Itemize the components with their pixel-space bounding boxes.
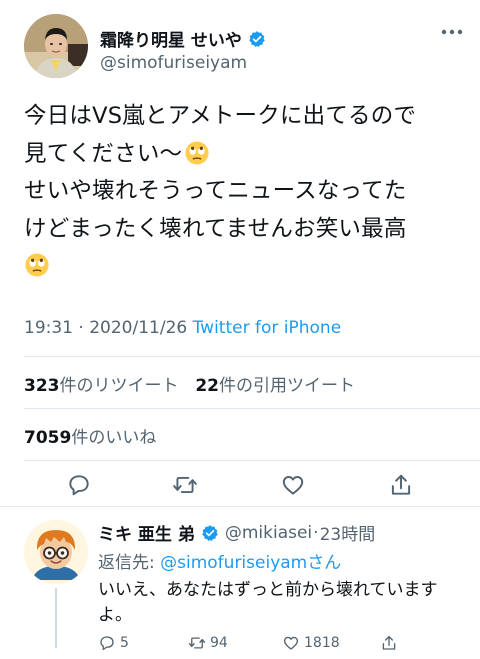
reply-to-line: 返信先: @simofuriseiyamさん — [98, 548, 341, 573]
reply-text: いいえ、あなたはずっと前から壊れていますよ。 — [98, 580, 438, 625]
tweet-text-line-content: 見てください〜 — [24, 140, 183, 167]
share-icon — [382, 635, 396, 650]
tweet-action-bar — [0, 468, 480, 502]
tweet-header: 霜降り明星 せいや @simofuriseiyam — [24, 14, 464, 80]
tweet-meta: 19:31 · 2020/11/26 Twitter for iPhone — [24, 318, 341, 338]
reply-icon — [100, 636, 114, 651]
tweet-date[interactable]: 2020/11/26 — [89, 318, 187, 338]
tweet-source-link[interactable]: Twitter for iPhone — [193, 318, 342, 338]
reply-to-suffix: さん — [307, 553, 342, 573]
reply-author-name[interactable]: ミキ 亜生 弟 — [98, 520, 195, 545]
reply-share-button[interactable] — [380, 634, 402, 652]
tweet-text-line: 見てください〜 — [24, 136, 464, 174]
thread-line — [55, 588, 57, 648]
more-options-icon[interactable] — [440, 24, 464, 40]
tweet-text-line: 今日はVS嵐とアメトークに出てるので — [24, 103, 417, 129]
author-handle[interactable]: @simofuriseiyam — [100, 53, 247, 73]
reply-time-ago[interactable]: 23時間 — [320, 520, 376, 545]
like-heart-icon — [283, 636, 299, 650]
retweets-count: 323 — [24, 376, 60, 396]
reply-like-button[interactable]: 1818 — [282, 634, 340, 652]
verified-badge-icon — [249, 30, 265, 47]
reply-author-avatar[interactable] — [24, 520, 88, 584]
tweet-text-line: せいや壊れそうってニュースなってた — [24, 178, 407, 204]
reply-to-handle-link[interactable]: @simofuriseiyamさん — [160, 553, 341, 573]
reply-to-prefix: 返信先: — [98, 553, 161, 573]
reply-tweet[interactable]: ミキ 亜生 弟 @mikiasei · 23時間 返信先: @simofuris… — [0, 506, 480, 659]
likes-label: 件のいいね — [71, 428, 157, 448]
reply-to-handle: @simofuriseiyam — [160, 553, 308, 573]
divider — [24, 408, 480, 409]
reply-reply-count: 5 — [120, 635, 129, 651]
retweets-stat[interactable]: 323件のリツイート — [24, 376, 179, 396]
author-avatar[interactable] — [24, 14, 88, 78]
meta-separator: · — [78, 318, 84, 338]
reply-header: ミキ 亜生 弟 @mikiasei · 23時間 — [98, 520, 376, 546]
rolling-eyes-emoji-icon — [25, 253, 49, 277]
rolling-eyes-emoji-icon — [185, 140, 209, 165]
reply-reply-button[interactable]: 5 — [98, 634, 129, 652]
verified-badge-icon — [202, 524, 218, 541]
divider — [24, 460, 480, 461]
tweet-time[interactable]: 19:31 — [24, 318, 73, 338]
reply-like-count: 1818 — [304, 635, 340, 651]
reply-action-bar: 5 94 1818 — [98, 634, 468, 654]
tweet-stats-likes[interactable]: 7059件のいいね — [24, 423, 156, 448]
like-heart-icon[interactable] — [280, 472, 306, 498]
reply-author-handle[interactable]: @mikiasei — [225, 523, 312, 543]
reply-separator: · — [313, 522, 319, 543]
tweet-text-line: けどまったく壊れてませんお笑い最高 — [24, 215, 407, 242]
share-icon[interactable] — [388, 472, 414, 498]
quotes-stat[interactable]: 22件の引用ツイート — [195, 376, 355, 396]
divider — [24, 356, 480, 357]
author-name[interactable]: 霜降り明星 せいや — [100, 26, 242, 51]
reply-icon[interactable] — [66, 472, 92, 498]
retweets-label: 件のリツイート — [59, 376, 179, 396]
likes-count: 7059 — [24, 428, 72, 448]
tweet-text: 今日はVS嵐とアメトークに出てるので 見てください〜 せいや壊れそうってニュース… — [24, 98, 464, 286]
retweet-icon[interactable] — [172, 472, 198, 498]
reply-retweet-count: 94 — [210, 635, 228, 651]
tweet-stats-retweets: 323件のリツイート 22件の引用ツイート — [24, 371, 355, 396]
reply-retweet-button[interactable]: 94 — [188, 634, 228, 652]
retweet-icon — [188, 637, 206, 649]
quotes-label: 件の引用ツイート — [218, 376, 355, 396]
quotes-count: 22 — [195, 376, 219, 396]
tweet-text-line — [24, 248, 464, 286]
author-name-line: 霜降り明星 せいや — [100, 26, 266, 51]
